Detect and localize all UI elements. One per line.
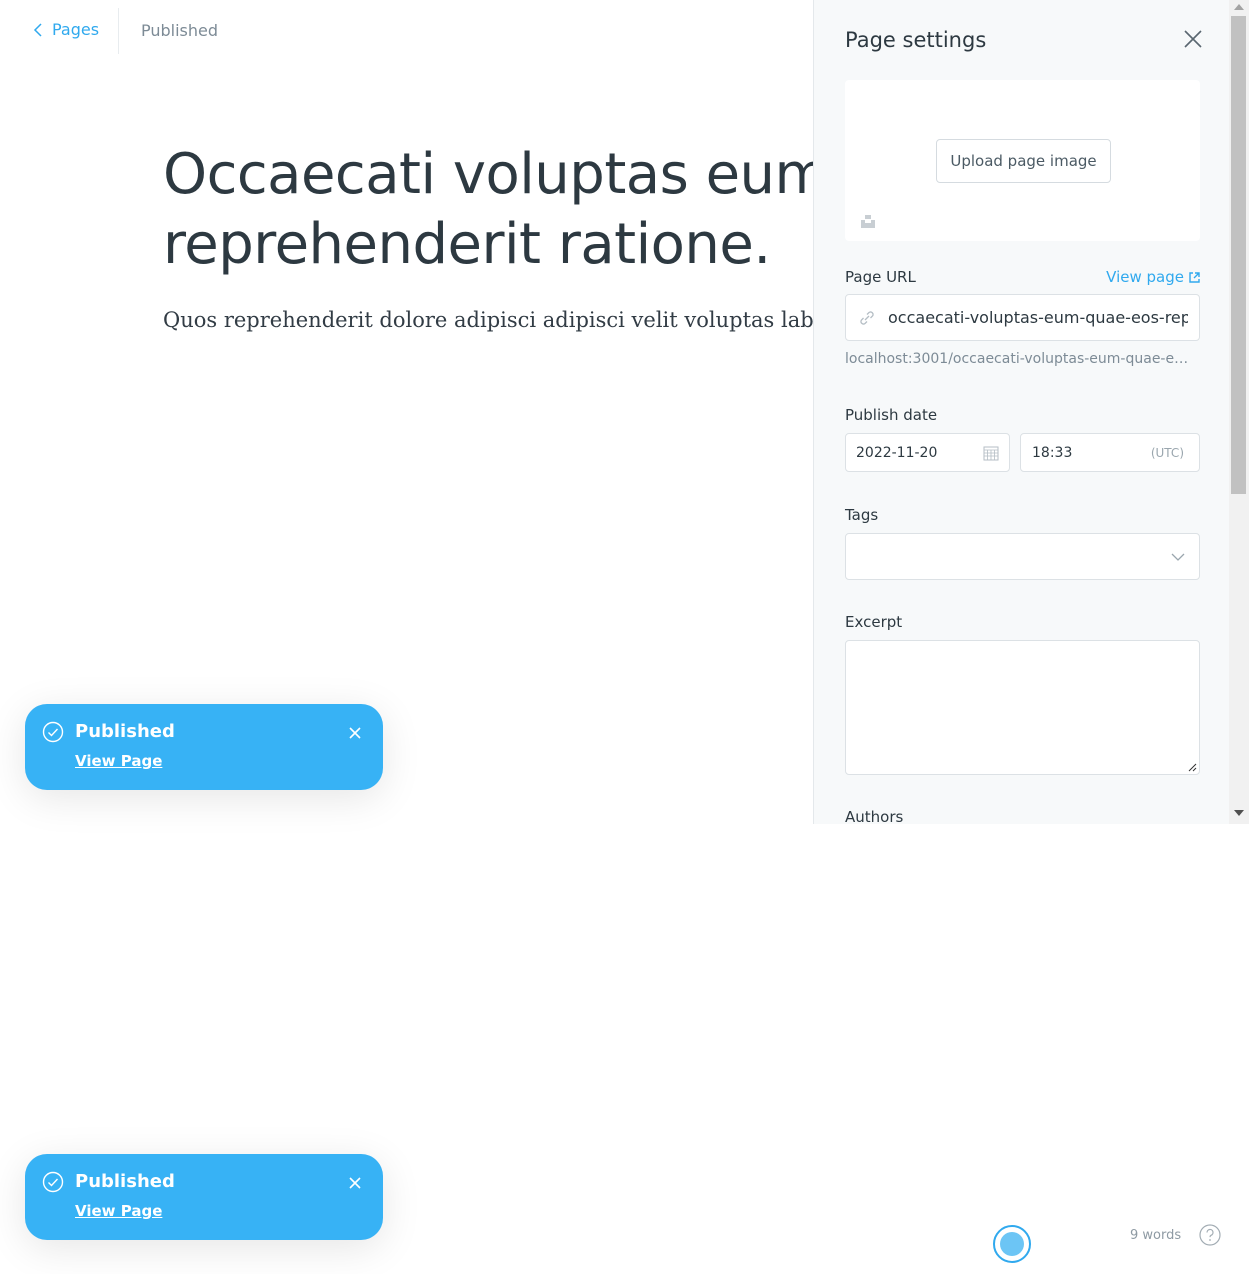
upload-page-image-button[interactable]: Upload page image [936, 139, 1111, 183]
editor-topbar: Pages Published [0, 0, 814, 62]
page-title[interactable]: Occaecati voluptas eum quae reprehenderi… [163, 140, 813, 280]
scrollbar-thumb[interactable] [1231, 16, 1246, 494]
scroll-down-arrow-icon[interactable] [1234, 810, 1244, 816]
publish-time-field[interactable]: (UTC) [1020, 433, 1200, 472]
panel-scrollbar[interactable] [1229, 0, 1249, 824]
authors-label: Authors [845, 808, 904, 824]
view-page-link[interactable]: View page [1106, 268, 1200, 286]
page-title-line-1: Occaecati voluptas eum quae [163, 142, 813, 207]
external-link-icon [1189, 271, 1200, 283]
editor-canvas[interactable]: Occaecati voluptas eum quae reprehenderi… [163, 140, 813, 332]
back-link-label: Pages [52, 20, 100, 39]
view-page-label: View page [1106, 268, 1184, 286]
chevron-down-icon [1171, 553, 1185, 561]
excerpt-label: Excerpt [845, 613, 903, 631]
saving-indicator [993, 1225, 1031, 1263]
page-url-field[interactable] [845, 294, 1200, 341]
notification-title: Published [75, 721, 175, 742]
page-title-line-2: reprehenderit ratione. [163, 212, 771, 277]
publish-date-input[interactable] [856, 444, 976, 461]
scroll-up-arrow-icon[interactable] [1234, 4, 1244, 10]
check-circle-icon [42, 1171, 64, 1193]
page-image-dropzone[interactable]: Upload page image [845, 80, 1200, 241]
published-notification: Published View Page [25, 704, 383, 790]
resize-grip-icon[interactable] [1187, 762, 1197, 772]
saving-indicator-dot [1000, 1232, 1024, 1256]
publish-time-input[interactable] [1032, 444, 1122, 461]
post-status: Published [141, 21, 219, 40]
calendar-icon[interactable] [983, 445, 999, 461]
notification-view-page-link[interactable]: View Page [75, 752, 162, 770]
excerpt-textarea[interactable] [845, 640, 1200, 775]
tags-label: Tags [845, 506, 879, 524]
page-url-label: Page URL [845, 268, 916, 286]
close-icon[interactable] [348, 1176, 362, 1190]
word-count: 9 words [1130, 1228, 1182, 1243]
publish-date-field[interactable] [845, 433, 1010, 472]
page-url-preview: localhost:3001/occaecati-voluptas-eum-qu… [845, 351, 1195, 367]
close-icon[interactable] [1182, 28, 1204, 50]
page-body-text[interactable]: Quos reprehenderit dolore adipisci adipi… [163, 308, 813, 332]
notification-title: Published [75, 1171, 175, 1192]
check-circle-icon [42, 721, 64, 743]
settings-panel-title: Page settings [845, 28, 987, 52]
back-to-pages-link[interactable]: Pages [32, 20, 99, 39]
close-icon[interactable] [348, 726, 362, 740]
publish-date-label: Publish date [845, 406, 938, 424]
help-icon[interactable] [1199, 1224, 1221, 1246]
link-icon [860, 310, 874, 325]
published-notification: Published View Page [25, 1154, 383, 1240]
chevron-left-icon [33, 22, 42, 37]
page-url-input[interactable] [888, 308, 1188, 327]
tags-select[interactable] [845, 533, 1200, 580]
topbar-divider [118, 8, 119, 54]
page-settings-panel: Page settings Upload page image Page URL… [813, 0, 1229, 824]
timezone-label: (UTC) [1150, 445, 1184, 460]
notification-view-page-link[interactable]: View Page [75, 1202, 162, 1220]
unsplash-icon[interactable] [860, 213, 876, 229]
